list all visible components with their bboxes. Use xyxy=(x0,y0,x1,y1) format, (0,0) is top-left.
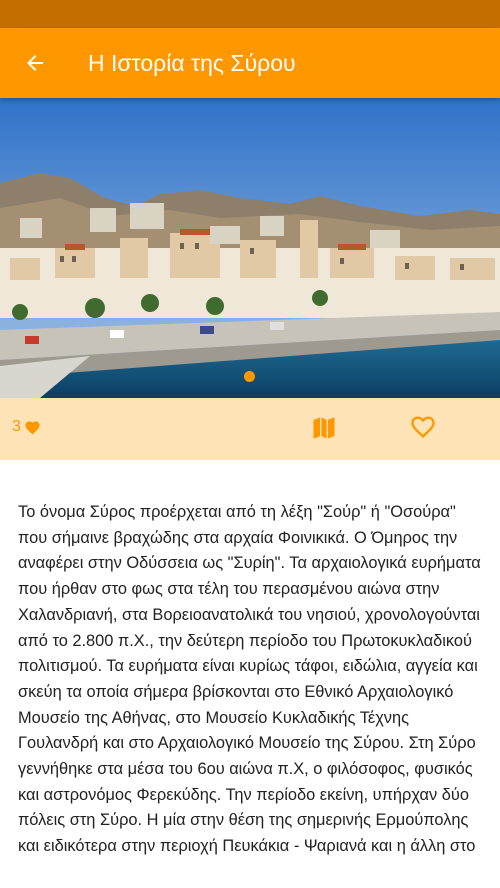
app-bar: Η Ιστορία της Σύρου xyxy=(0,28,500,98)
back-button[interactable] xyxy=(18,46,52,80)
article-body: Το όνομα Σύρος προέρχεται από τη λέξη "Σ… xyxy=(18,503,481,856)
like-counter: 3 xyxy=(12,418,41,436)
heart-outline-icon xyxy=(411,416,435,438)
article-content: Το όνομα Σύρος προέρχεται από τη λέξη "Σ… xyxy=(18,500,484,860)
carousel-dot-active[interactable] xyxy=(244,371,255,382)
arrow-left-icon xyxy=(27,55,43,71)
favorite-button[interactable] xyxy=(409,413,437,441)
harbor-photo xyxy=(0,98,500,398)
hero-carousel[interactable] xyxy=(0,98,500,398)
action-bar: 3 xyxy=(0,398,500,460)
map-button[interactable] xyxy=(310,414,338,442)
heart-filled-icon xyxy=(25,421,40,435)
like-count: 3 xyxy=(12,418,21,435)
status-bar xyxy=(0,0,500,28)
page-title: Η Ιστορία της Σύρου xyxy=(88,49,296,76)
map-icon xyxy=(313,417,335,439)
